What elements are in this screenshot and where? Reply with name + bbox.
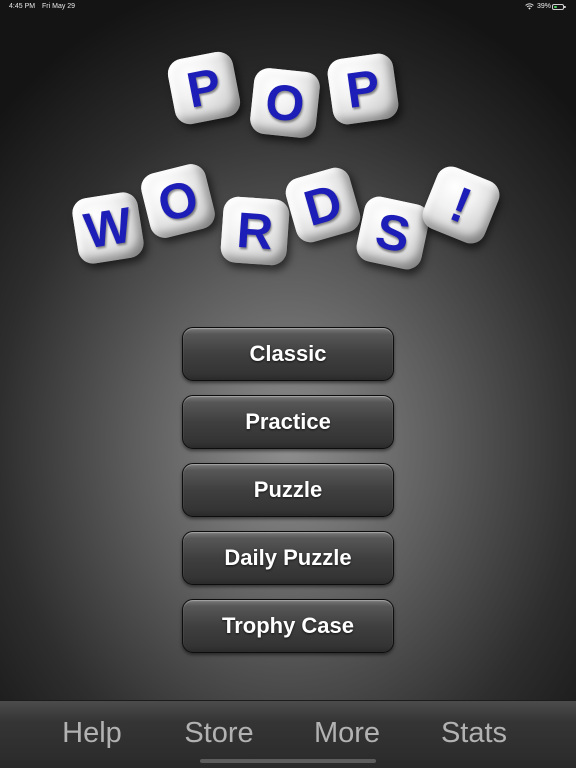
main-menu: Classic Practice Puzzle Daily Puzzle Tro… (0, 0, 576, 700)
trophy-case-button[interactable]: Trophy Case (182, 599, 394, 653)
store-button[interactable]: Store (159, 713, 279, 753)
daily-puzzle-button[interactable]: Daily Puzzle (182, 531, 394, 585)
practice-button[interactable]: Practice (182, 395, 394, 449)
classic-button[interactable]: Classic (182, 327, 394, 381)
bottom-toolbar: Help Store More Stats (0, 700, 576, 768)
more-button[interactable]: More (287, 713, 407, 753)
app-screen: 4:45 PM Fri May 29 39% P O P W O R D S !… (0, 0, 576, 768)
home-indicator[interactable] (200, 759, 376, 763)
help-button[interactable]: Help (32, 713, 152, 753)
stats-button[interactable]: Stats (414, 713, 534, 753)
puzzle-button[interactable]: Puzzle (182, 463, 394, 517)
